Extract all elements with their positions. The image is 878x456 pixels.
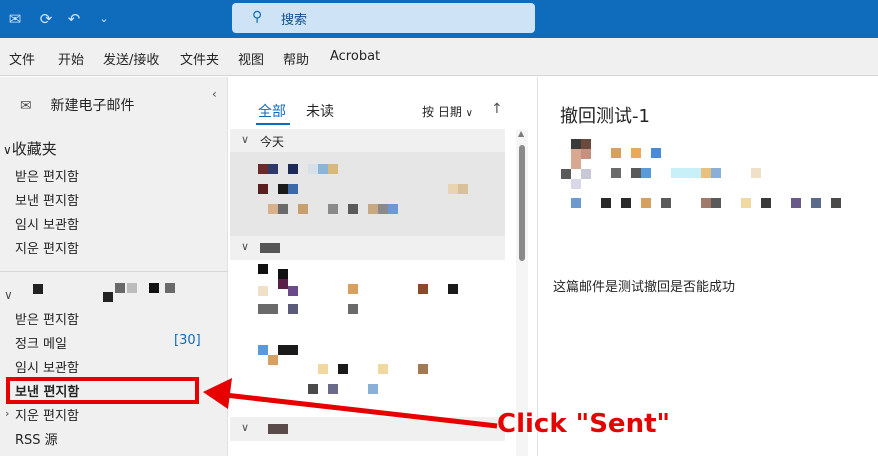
annotation-text: Click "Sent" <box>497 409 671 439</box>
annotation-arrow <box>203 378 498 429</box>
arrow-shaft <box>224 392 498 429</box>
arrow-head <box>203 378 232 409</box>
